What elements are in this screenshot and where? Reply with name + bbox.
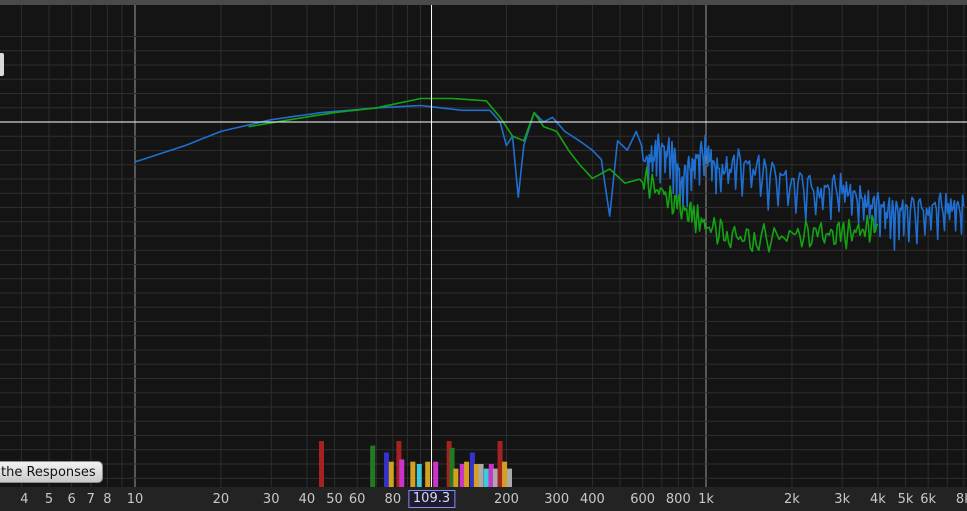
axis-tick-label: 6k	[920, 492, 937, 507]
axis-tick-label: 2k	[784, 492, 800, 507]
axis-tick-label: 6	[67, 492, 76, 507]
axis-tick-label: 50	[326, 492, 343, 507]
marker-bar	[370, 445, 376, 487]
axis-tick-label: 600	[630, 492, 656, 507]
marker-bar	[492, 468, 498, 487]
marker-bar	[459, 464, 465, 487]
axis-tick-label: 7	[86, 492, 95, 507]
responses-button[interactable]: the Responses	[0, 461, 103, 483]
side-panel-tab[interactable]	[0, 53, 4, 76]
axis-tick-label: 8	[103, 492, 112, 507]
marker-bar	[416, 464, 422, 487]
axis-tick-label: 60	[348, 492, 366, 507]
cursor-frequency-readout: 109.3	[407, 490, 456, 508]
marker-bar	[383, 452, 389, 487]
marker-bar	[483, 468, 489, 487]
plot-background	[0, 5, 967, 487]
axis-tick-label: 4k	[869, 492, 886, 507]
axis-tick-label: 4	[20, 492, 29, 507]
axis-tick-label: 800	[665, 492, 691, 507]
frequency-axis: 4 5 6 7 8 10 20 30 40 50 60 80 200 300 400 600 800 1k 2k 3k…	[0, 487, 967, 511]
axis-tick-label: 5	[44, 492, 54, 507]
marker-bar	[453, 468, 459, 487]
marker-bar	[464, 461, 470, 487]
marker-bar	[507, 468, 513, 487]
marker-bar	[497, 441, 503, 487]
axis-tick-label: 300	[544, 492, 570, 507]
marker-bar	[502, 461, 508, 487]
marker-bar	[410, 461, 416, 487]
marker-bar	[473, 464, 479, 487]
marker-bar	[433, 461, 439, 487]
frequency-response-plot[interactable]	[0, 5, 967, 487]
axis-tick-label: 40	[298, 492, 316, 507]
marker-bar	[318, 441, 324, 487]
marker-bar	[478, 464, 484, 487]
axis-tick-label: 1k	[698, 492, 714, 507]
marker-bar	[399, 459, 405, 487]
axis-tick-label: 3k	[834, 492, 851, 507]
axis-tick-label: 5k	[897, 492, 914, 507]
axis-tick-label: 30	[262, 492, 280, 507]
axis-tick-label: 10	[126, 492, 144, 507]
marker-bar	[425, 461, 431, 487]
axis-tick-label: 8k	[955, 492, 967, 507]
axis-tick-label: 200	[494, 492, 519, 507]
axis-tick-label: 20	[212, 492, 230, 507]
axis-tick-label: 80	[384, 492, 402, 507]
axis-tick-label: 400	[579, 492, 605, 507]
marker-bar	[388, 461, 394, 487]
